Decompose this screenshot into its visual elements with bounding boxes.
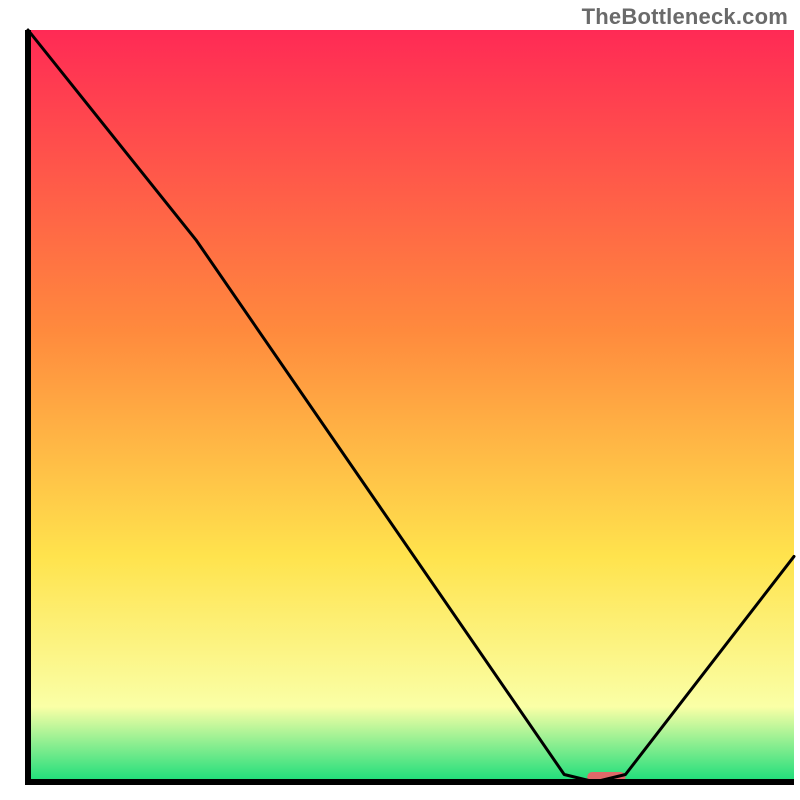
plot-background [28, 30, 794, 782]
bottleneck-chart [0, 0, 800, 800]
watermark-text: TheBottleneck.com [582, 4, 788, 30]
